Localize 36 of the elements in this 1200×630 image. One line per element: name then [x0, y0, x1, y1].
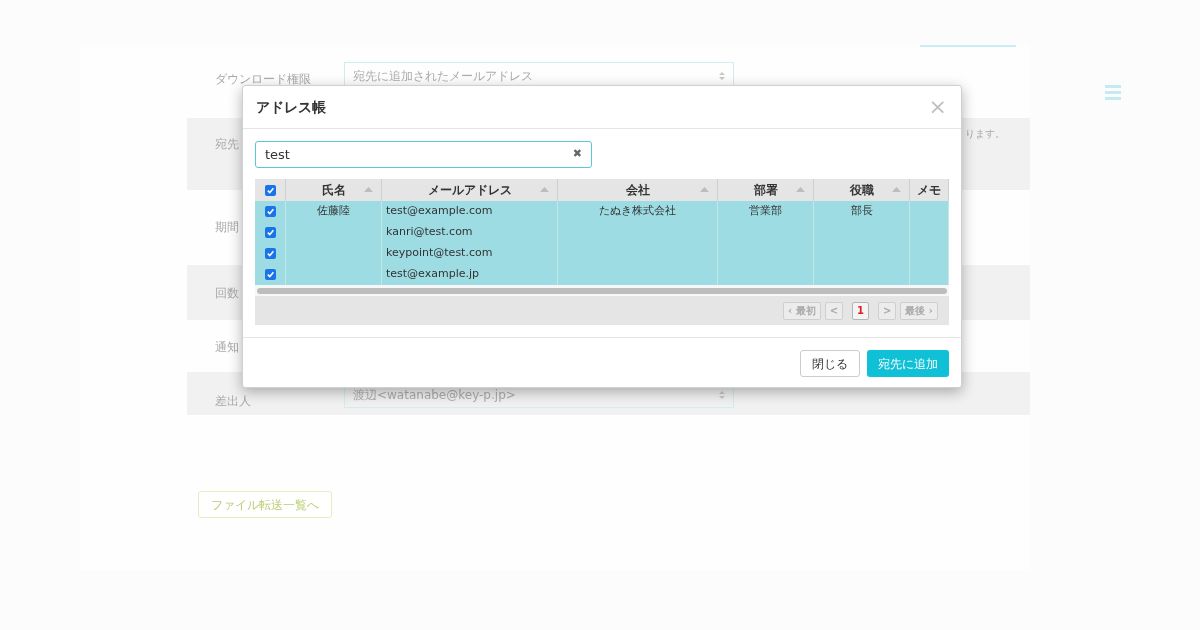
horizontal-scrollbar[interactable] [257, 287, 947, 294]
table-cell: kanri@test.com [386, 224, 473, 241]
sort-icon [892, 187, 901, 192]
checkbox[interactable] [264, 184, 276, 196]
clear-button[interactable]: ✖ [572, 146, 582, 163]
table-cell: 部長 [850, 203, 873, 220]
sort-icon [700, 187, 709, 192]
form-label: 通知 [215, 340, 239, 354]
table-cell: test@example.jp [386, 266, 479, 283]
sort-arrows-icon [719, 389, 725, 400]
checkbox[interactable] [264, 269, 276, 280]
search-field[interactable]: test ✖ [255, 141, 592, 168]
table-cell: たぬき株式会社 [599, 203, 676, 220]
checkbox[interactable] [264, 206, 276, 217]
dialog-title: アドレス帳 [256, 97, 326, 117]
form-label: 差出人 [215, 394, 251, 408]
sort-icon [540, 187, 549, 192]
table-row[interactable]: keypoint@test.com [255, 243, 949, 264]
form-label: 期間 [215, 220, 239, 234]
table-cell: keypoint@test.com [386, 245, 493, 262]
sort-icon [364, 187, 373, 192]
checkbox[interactable] [264, 227, 276, 238]
sort-icon [796, 187, 805, 192]
close-dialog-button[interactable]: 閉じる [800, 350, 860, 377]
form-label: 回数 [215, 286, 239, 300]
table-row[interactable]: 佐藤陸 test@example.com たぬき株式会社 営業部 部長 [255, 201, 949, 222]
pagination-button[interactable]: 1 [852, 301, 869, 320]
sort-arrows-icon [719, 70, 725, 81]
table-cell: 営業部 [749, 203, 782, 220]
table-cell: 佐藤陸 [317, 203, 350, 220]
table-cell: test@example.com [386, 203, 493, 220]
form-label: ダウンロード権限 [215, 72, 311, 86]
form-label: 宛先 [215, 137, 239, 151]
checkbox[interactable] [264, 248, 276, 259]
table-row[interactable]: kanri@test.com [255, 222, 949, 243]
hint-text: ります。 [965, 127, 1005, 141]
